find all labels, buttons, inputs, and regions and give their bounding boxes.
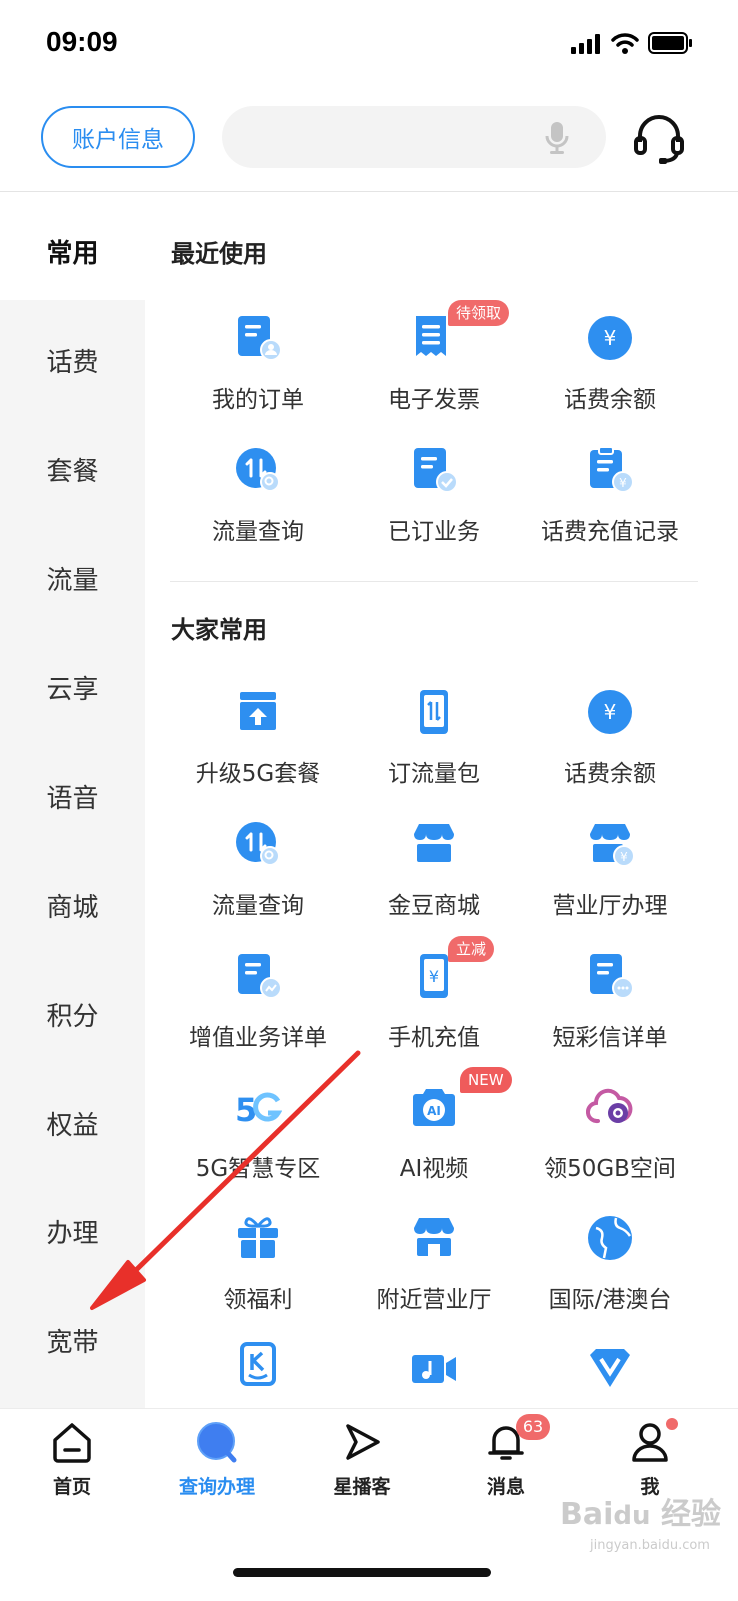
subscribed-icon	[414, 448, 458, 493]
home-icon	[53, 1423, 91, 1463]
sidebar-item-handle[interactable]: 办理	[0, 1213, 145, 1250]
order-icon	[238, 316, 282, 361]
unread-dot	[666, 1418, 678, 1430]
shop-icon	[414, 824, 454, 862]
sidebar-item-common[interactable]: 常用	[0, 233, 145, 270]
service-label: 话费充值记录	[541, 519, 679, 545]
svg-text:¥: ¥	[604, 326, 617, 350]
sidebar-item-points[interactable]: 积分	[0, 996, 145, 1033]
svg-text:¥: ¥	[604, 700, 617, 724]
service-label: 话费余额	[564, 387, 656, 413]
person-icon	[632, 1423, 668, 1462]
sidebar-item-cloud[interactable]: 云享	[0, 669, 145, 706]
wifi-icon	[611, 33, 639, 54]
sidebar-item-mall[interactable]: 商城	[0, 887, 145, 924]
tab-label: 消息	[486, 1476, 525, 1498]
service-label: 金豆商城	[388, 893, 480, 919]
5g-logo-icon: 5	[235, 1091, 282, 1129]
detail-chart-icon	[238, 954, 282, 999]
sidebar-item-voice[interactable]: 语音	[0, 778, 145, 815]
sidebar-item-broadband[interactable]: 宽带	[0, 1322, 145, 1359]
service-label: AI视频	[399, 1156, 469, 1182]
status-time: 09:09	[46, 26, 118, 57]
service-label: 领50GB空间	[544, 1156, 676, 1182]
service-label: 我的订单	[212, 387, 304, 413]
battery-icon	[648, 32, 692, 54]
service-label: 5G智慧专区	[195, 1156, 321, 1182]
section-title-popular: 大家常用	[171, 616, 267, 644]
sidebar-item-phone-fee[interactable]: 话费	[0, 342, 145, 379]
account-info-button[interactable]: 账户信息	[41, 106, 195, 168]
service-label: 国际/港澳台	[548, 1287, 672, 1313]
discount-badge: 立减	[448, 936, 495, 962]
new-badge: NEW	[460, 1067, 512, 1093]
watermark: Baidu 经验	[560, 1497, 721, 1532]
search-input[interactable]	[222, 106, 606, 168]
service-label: 话费余额	[564, 761, 656, 787]
tab-label: 星播客	[333, 1476, 391, 1498]
svg-text:¥: ¥	[620, 850, 628, 864]
section-divider	[170, 581, 698, 582]
tab-label: 首页	[52, 1476, 91, 1498]
sidebar-item-data[interactable]: 流量	[0, 560, 145, 597]
nearby-store-icon	[414, 1218, 454, 1256]
globe-icon	[588, 1216, 632, 1260]
service-label: 电子发票	[388, 387, 480, 413]
service-label: 领福利	[223, 1287, 293, 1313]
cloud-icon	[586, 1088, 633, 1124]
service-label: 流量查询	[212, 893, 304, 919]
service-label: 短彩信详单	[552, 1025, 668, 1051]
svg-text:¥: ¥	[429, 967, 439, 986]
ai-camera-icon: AI	[413, 1089, 455, 1126]
service-label: 营业厅办理	[552, 893, 668, 919]
microphone-icon[interactable]	[544, 120, 570, 156]
sidebar-item-package[interactable]: 套餐	[0, 451, 145, 488]
service-label: 升级5G套餐	[195, 761, 321, 787]
service-label: 已订业务	[388, 519, 480, 545]
message-detail-icon	[590, 954, 634, 999]
service-label: 手机充值	[388, 1025, 480, 1051]
service-label: 附近营业厅	[376, 1287, 492, 1313]
phone-data-icon	[420, 690, 448, 734]
cellular-signal-icon	[571, 34, 603, 54]
watermark-url: jingyan.baidu.com	[590, 1538, 710, 1553]
upgrade-icon	[240, 692, 276, 730]
data-query-icon	[236, 448, 280, 492]
svg-text:AI: AI	[427, 1104, 441, 1118]
yuan-circle-icon: ¥	[588, 316, 632, 360]
section-title-recent: 最近使用	[171, 240, 267, 268]
recharge-record-icon: ¥	[590, 446, 634, 493]
v-diamond-icon	[590, 1349, 630, 1387]
home-indicator	[233, 1568, 491, 1577]
yuan-circle-icon: ¥	[588, 690, 632, 734]
gift-icon	[238, 1217, 278, 1258]
tab-label: 我	[640, 1476, 660, 1498]
service-label: 订流量包	[388, 761, 480, 787]
play-arrow-icon	[346, 1424, 380, 1460]
query-icon	[197, 1422, 237, 1463]
tab-label: 查询办理	[178, 1476, 255, 1498]
store-yuan-icon: ¥	[590, 824, 634, 867]
k-card-icon	[240, 1342, 276, 1386]
service-label: 流量查询	[212, 519, 304, 545]
message-count-badge: 63	[516, 1414, 550, 1440]
service-label: 增值业务详单	[189, 1025, 327, 1051]
svg-text:¥: ¥	[619, 476, 627, 490]
sidebar-item-benefits[interactable]: 权益	[0, 1105, 145, 1142]
data-query-icon	[236, 822, 280, 866]
music-video-icon	[412, 1355, 456, 1383]
unclaimed-badge: 待领取	[448, 300, 510, 326]
customer-service-icon[interactable]	[632, 112, 686, 166]
